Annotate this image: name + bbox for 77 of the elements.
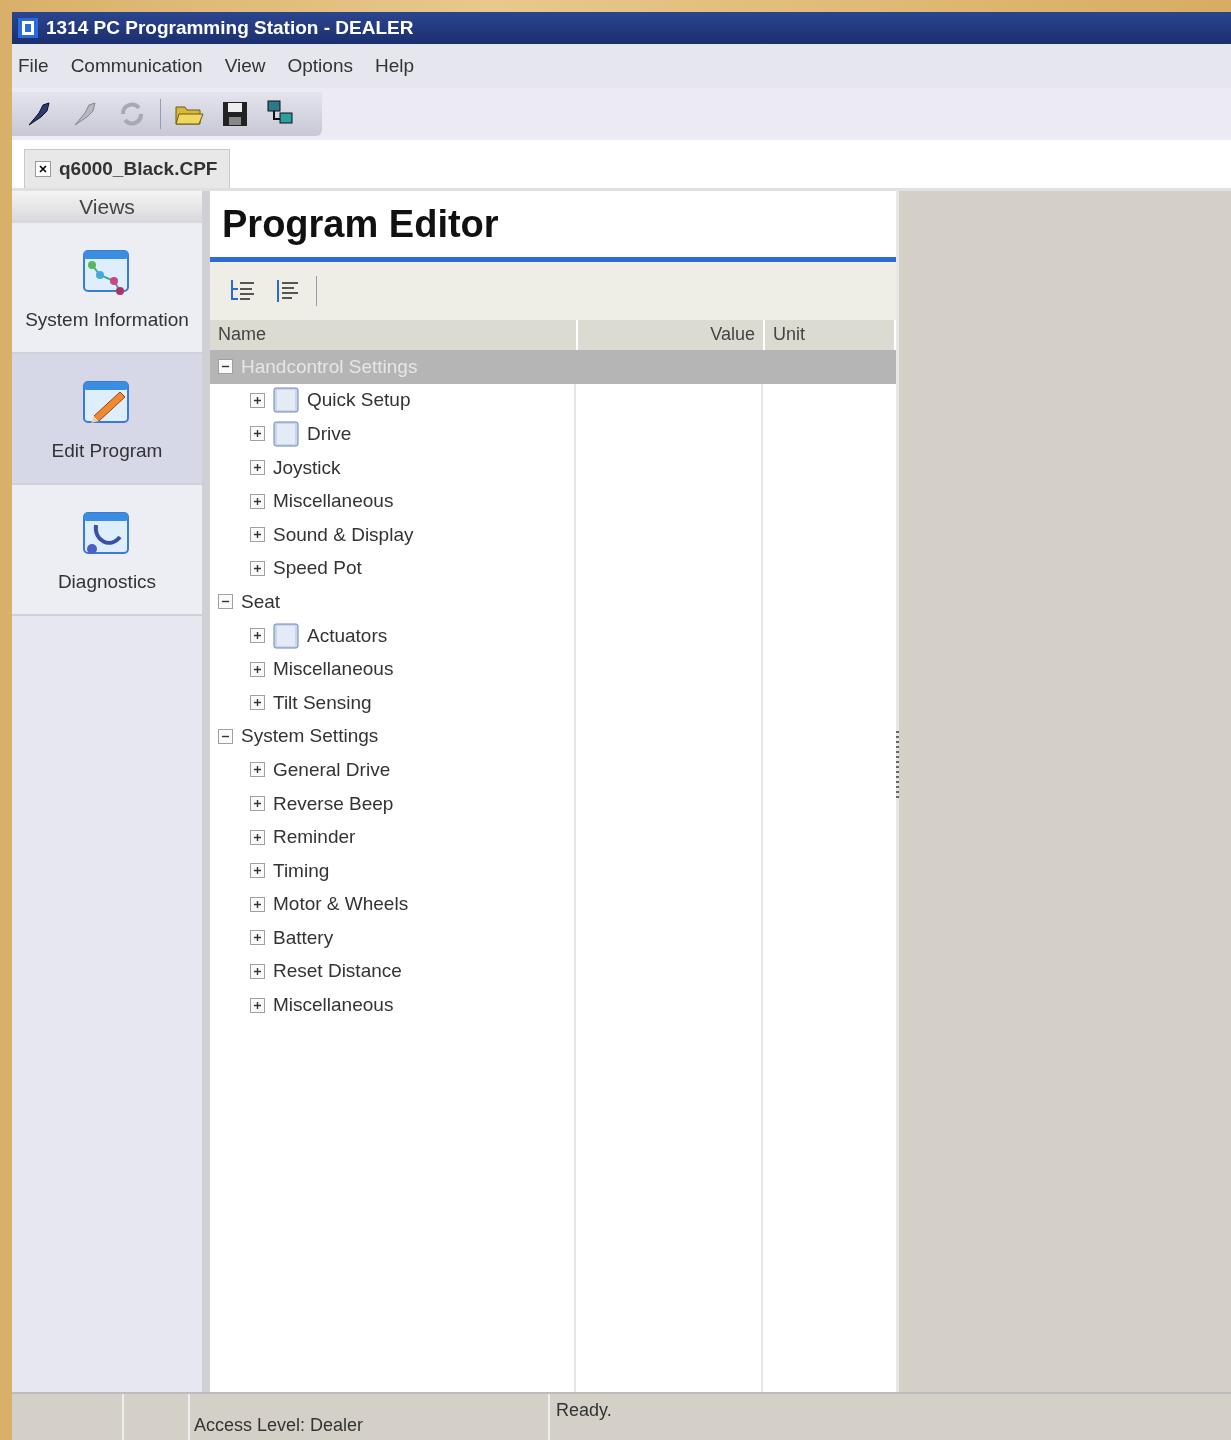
close-button[interactable] (35, 161, 51, 177)
collapse-toggle[interactable] (218, 359, 233, 375)
expand-toggle[interactable] (250, 829, 265, 845)
access-level-text: Access Level: Dealer (194, 1415, 364, 1436)
plus-icon (253, 631, 262, 641)
tree-row[interactable]: Seat (210, 585, 896, 619)
tree-row[interactable]: Miscellaneous (210, 652, 896, 686)
plus-icon (253, 899, 262, 909)
expand-toggle[interactable] (250, 896, 265, 912)
plus-icon (253, 395, 262, 405)
expand-toggle[interactable] (250, 997, 265, 1013)
plus-icon (253, 866, 262, 876)
plus-icon (253, 799, 262, 808)
expand-toggle[interactable] (250, 964, 265, 979)
tree-row[interactable]: Miscellaneous (210, 484, 896, 518)
tree-row[interactable]: System Settings (210, 719, 896, 754)
close-icon (39, 165, 47, 173)
menu-item[interactable]: File (18, 55, 49, 77)
tree-row[interactable]: Reverse Beep (210, 786, 896, 821)
tree-row[interactable]: Motor & Wheels (210, 887, 896, 922)
views-header: Views (12, 191, 202, 223)
expand-toggle[interactable] (250, 762, 265, 778)
expand-toggle[interactable] (250, 628, 265, 644)
expand-toggle[interactable] (250, 460, 265, 476)
tree-row[interactable]: General Drive (210, 753, 896, 787)
menu-item[interactable]: View (224, 55, 266, 77)
plus-icon (253, 530, 262, 540)
tree-row[interactable]: Tilt Sensing (210, 685, 896, 720)
plus-icon (253, 832, 262, 842)
expand-toggle[interactable] (250, 426, 265, 442)
plus-icon (253, 429, 262, 439)
document-tab-label: q6000_Black.CPF (59, 158, 218, 180)
tree-row[interactable]: Speed Pot (210, 551, 896, 586)
plus-icon (253, 698, 262, 708)
document-tab[interactable]: q6000_Black.CPF (24, 149, 231, 188)
plus-icon (253, 463, 262, 473)
tree-row[interactable]: Reminder (210, 820, 896, 854)
tree-row[interactable]: Reset Distance (210, 954, 896, 989)
expand-toggle[interactable] (250, 863, 265, 879)
expand-toggle[interactable] (250, 527, 265, 543)
plus-icon (253, 664, 262, 674)
menu-item[interactable]: Options (287, 55, 353, 77)
tree-row[interactable]: Drive (210, 417, 896, 451)
expand-toggle[interactable] (250, 661, 265, 677)
expand-toggle[interactable] (250, 392, 265, 408)
collapse-toggle[interactable] (218, 594, 233, 610)
sidebar-nav-button[interactable]: System Information (12, 223, 202, 354)
sidebar-nav-button[interactable]: Edit Program (12, 354, 202, 485)
tree-row[interactable]: Sound & Display (210, 517, 896, 552)
tree-row[interactable]: Timing (210, 853, 896, 888)
collapse-toggle[interactable] (218, 728, 233, 744)
expand-toggle[interactable] (250, 796, 265, 811)
tree-row[interactable]: Actuators (210, 618, 896, 653)
tree-row[interactable]: Battery (210, 921, 896, 955)
sidebar-nav-button[interactable]: Diagnostics (12, 485, 202, 616)
page-icon (273, 622, 299, 649)
tree-row[interactable]: Miscellaneous (210, 988, 896, 1022)
plus-icon (253, 1000, 262, 1010)
plus-icon (253, 933, 262, 943)
menu-item[interactable]: Communication (70, 55, 203, 77)
tree-row[interactable]: Joystick (210, 450, 896, 485)
plus-icon (253, 563, 262, 573)
expand-toggle[interactable] (250, 695, 265, 711)
tree-row[interactable]: Quick Setup (210, 383, 896, 418)
expand-toggle[interactable] (250, 930, 265, 946)
page-icon (273, 387, 299, 414)
menu-item[interactable]: Help (374, 55, 415, 77)
splitter-grip[interactable] (896, 731, 899, 801)
plus-icon (253, 765, 262, 775)
expand-toggle[interactable] (250, 560, 265, 576)
expand-toggle[interactable] (250, 493, 265, 509)
page-icon (273, 421, 299, 447)
app-icon (18, 18, 38, 38)
plus-icon (253, 496, 262, 506)
window-title: 1314 PC Programming Station - DEALER (46, 17, 414, 39)
status-message: Ready. (556, 1400, 613, 1421)
plus-icon (253, 967, 262, 976)
